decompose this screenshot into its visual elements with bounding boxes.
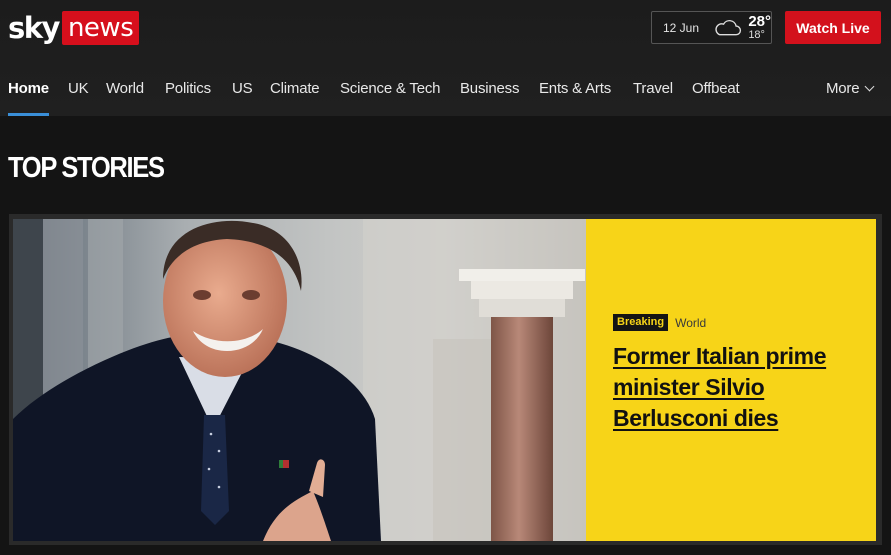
active-nav-indicator [8, 113, 49, 116]
weather-date: 12 Jun [663, 20, 700, 35]
nav-item-world[interactable]: World [106, 78, 144, 100]
nav-item-business[interactable]: Business [460, 78, 519, 100]
chevron-down-icon [864, 81, 875, 92]
nav-item-home[interactable]: Home [8, 78, 49, 100]
category-label[interactable]: World [675, 316, 706, 330]
sky-news-logo[interactable]: sky news [8, 10, 140, 46]
story-meta: Breaking World [613, 314, 876, 331]
site-header: sky news 12 Jun 28° 18° Watch Live Home … [0, 0, 891, 116]
nav-more-label: More [826, 80, 860, 97]
watch-live-button[interactable]: Watch Live [785, 11, 881, 44]
temp-low: 18° [748, 29, 765, 41]
logo-sky-text: sky [8, 11, 60, 45]
berlusconi-photo [13, 219, 586, 541]
nav-item-politics[interactable]: Politics [165, 78, 211, 100]
breaking-badge: Breaking [613, 314, 669, 331]
temp-high: 28° [748, 13, 771, 30]
nav-item-science-tech[interactable]: Science & Tech [340, 78, 441, 100]
nav-item-us[interactable]: US [232, 78, 253, 100]
lead-story-image[interactable] [13, 219, 586, 541]
lead-story-card[interactable]: Breaking World Former Italian prime mini… [9, 214, 882, 545]
cloud-icon [715, 19, 742, 35]
nav-item-offbeat[interactable]: Offbeat [692, 78, 740, 100]
nav-more-button[interactable]: More [826, 78, 875, 100]
lead-story-headline[interactable]: Former Italian prime minister Silvio Ber… [613, 341, 863, 434]
weather-widget[interactable]: 12 Jun 28° 18° [651, 11, 772, 44]
logo-news-text: news [61, 11, 140, 45]
nav-item-uk[interactable]: UK [68, 78, 89, 100]
nav-item-climate[interactable]: Climate [270, 78, 320, 100]
weather-temps: 28° 18° [748, 14, 771, 41]
main-nav: Home UK World Politics US Climate Scienc… [0, 78, 891, 116]
lead-story-text-panel: Breaking World Former Italian prime mini… [586, 219, 876, 541]
section-title: TOP STORIES [8, 152, 165, 184]
nav-item-travel[interactable]: Travel [633, 78, 673, 100]
nav-item-ents-arts[interactable]: Ents & Arts [539, 78, 611, 100]
